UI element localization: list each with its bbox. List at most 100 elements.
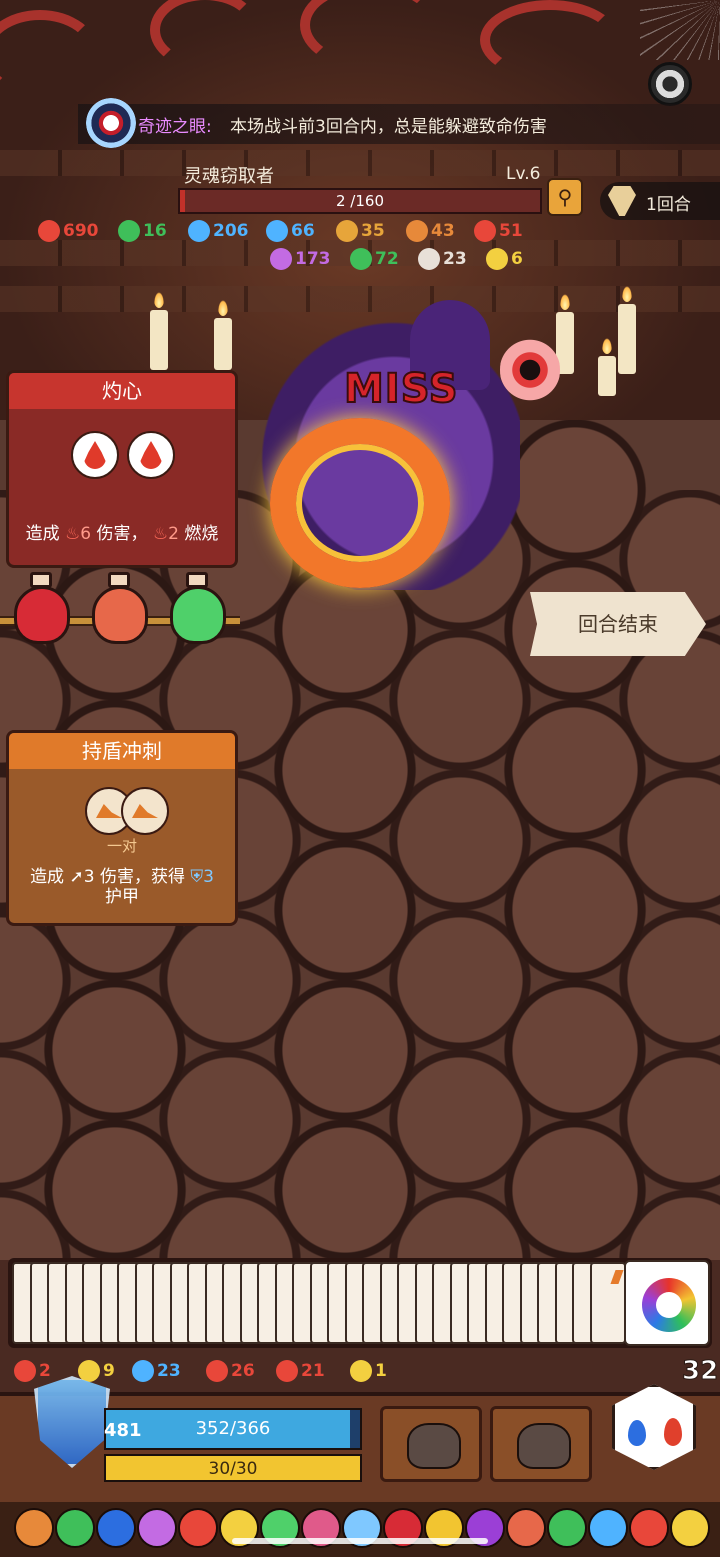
stat-value: 43 [431,221,455,241]
strength-flame-icon [38,220,60,242]
relic-strip [0,1502,720,1557]
settings-gear-icon[interactable] [648,62,692,106]
home-indicator[interactable] [232,1538,488,1544]
candle [618,286,636,374]
stat-value: 26 [231,1361,255,1381]
fire-slot-icon [127,431,175,479]
card-title: 持盾冲刺 [9,733,235,769]
relic-icon[interactable] [547,1508,587,1548]
enemy-hp-text: 2 /160 [336,192,384,210]
stat-value: 2 [39,1361,51,1381]
stat-purple-splat[interactable]: 173 [270,248,331,270]
red-shield-icon [206,1360,228,1382]
relic-icon[interactable] [629,1508,669,1548]
card-burning-heart[interactable]: 灼心 造成 ♨6 伤害， ♨2 燃烧 [6,370,238,568]
purple-splat-icon [270,248,292,270]
stat-red-fire[interactable]: 51 [474,220,523,242]
player-energy-bar: 30/30 [104,1454,362,1482]
blue-drop-icon [628,1420,646,1446]
miss-combat-text: MISS [343,365,459,413]
relic-icon[interactable] [55,1508,95,1548]
stat-value: 21 [301,1361,325,1381]
enemy-eye-staff-icon [500,330,560,410]
spider-web-decoration [640,0,720,60]
skull-icon [418,248,440,270]
card-title: 灼心 [9,373,235,409]
relic-icon[interactable] [96,1508,136,1548]
stat-lock[interactable]: 35 [336,220,385,242]
red-drop-icon [664,1418,682,1446]
inspect-magnifier-icon[interactable]: ⚲ [547,178,583,216]
stat-value: 6 [511,249,523,269]
card-description: 造成 ♨6 伤害， ♨2 燃烧 [25,524,219,544]
stat-value: 35 [361,221,385,241]
yellow-triangle-icon [486,248,508,270]
stat-frost-snowflake[interactable]: 206 [188,220,249,242]
stat-value: 1 [375,1361,387,1381]
stat-orange-fire[interactable]: 43 [406,220,455,242]
claw-icon [350,1360,372,1382]
relic-icon[interactable] [14,1508,54,1548]
red-fire-icon [474,220,496,242]
green-potion-icon[interactable] [170,586,226,644]
red-potion-icon[interactable] [14,586,70,644]
stat-value: 690 [63,221,99,241]
stat-value: 72 [375,249,399,269]
orange-fire-icon [406,220,428,242]
stat-value: 66 [291,221,315,241]
card-description: 造成 ➚3 伤害，获得 ⛨3 护甲 [30,867,214,907]
heart-shield-icon [14,1360,36,1382]
enemy-level: Lv.6 [506,164,541,184]
relic-icon[interactable] [178,1508,218,1548]
stat-green-swirl[interactable]: 72 [350,248,399,270]
relic-icon[interactable] [588,1508,628,1548]
enemy-name: 灵魂窃取者 [184,166,274,187]
stat-value: 173 [295,249,331,269]
relic-icon[interactable] [670,1508,710,1548]
orange-potion-icon[interactable] [92,586,148,644]
stat-value: 206 [213,221,249,241]
blue-speech-icon [266,220,288,242]
card-shield-charge[interactable]: 持盾冲刺 一对 造成 ➚3 伤害，获得 ⛨3 护甲 [6,730,238,926]
stat-claw[interactable]: 1 [350,1360,387,1382]
stat-value: 23 [443,249,467,269]
fist-equipment-icon[interactable] [380,1406,482,1482]
stat-value: 51 [499,221,523,241]
candle [598,338,616,396]
stat-blue-speech[interactable]: 66 [266,220,315,242]
green-swirl-icon [350,248,372,270]
armor-value: 481 [104,1420,142,1441]
stat-poison-swirl[interactable]: 16 [118,220,167,242]
lightning-icon [78,1360,100,1382]
stat-red-shield[interactable]: 26 [206,1360,255,1382]
slot-label: 一对 [106,837,137,855]
lock-icon [336,220,358,242]
stat-target-ring[interactable]: 23 [132,1360,181,1382]
pair-slot-icon [121,787,169,835]
relic-icon[interactable] [506,1508,546,1548]
stat-skull[interactable]: 23 [418,248,467,270]
draw-pile-strip[interactable] [8,1258,712,1348]
miracle-description: 本场战斗前3回合内，总是能躲避致命伤害 [230,117,547,137]
stat-yellow-triangle[interactable]: 6 [486,248,523,270]
end-turn-button[interactable]: 回合结束 [530,592,706,656]
tentacle-decoration [480,0,620,80]
stat-red-target-shield[interactable]: 21 [276,1360,325,1382]
stat-lightning[interactable]: 9 [78,1360,115,1382]
target-ring-icon [132,1360,154,1382]
player-hp-bar: 352/366 [104,1408,362,1450]
eye-of-miracle-icon[interactable] [86,98,136,148]
stat-value: 16 [143,221,167,241]
stat-value: 9 [103,1361,115,1381]
stat-strength-flame[interactable]: 690 [38,220,99,242]
miracle-name: 奇迹之眼: [138,117,212,137]
stat-heart-shield[interactable]: 2 [14,1360,51,1382]
rainbow-swirl-icon[interactable] [624,1260,710,1346]
relic-icon[interactable] [137,1508,177,1548]
enemy-hp-bar: 2 /160 [178,188,542,214]
player-energy-text: 30/30 [208,1459,258,1479]
player-hp-text: 352/366 [195,1418,271,1439]
frost-snowflake-icon [188,220,210,242]
dagger-equipment-icon[interactable] [490,1406,592,1482]
round-label: 1回合 [646,195,691,215]
